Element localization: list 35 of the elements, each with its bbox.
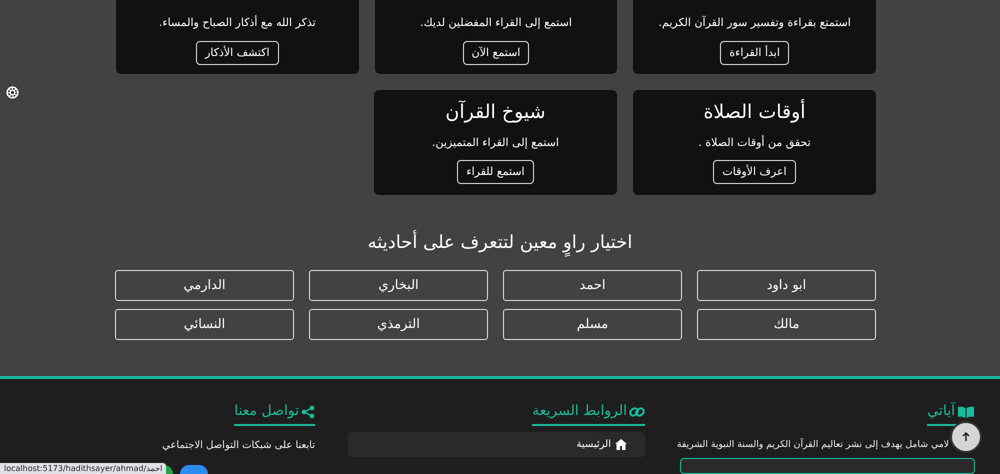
card-description: تحقق من أوقات الصلاة . [698, 134, 811, 151]
link-preview-tooltip: localhost:5173/hadithsayer/ahmad/احمد [0, 463, 166, 474]
input-field[interactable] [680, 458, 975, 474]
narrator-button[interactable]: ابو داود [697, 270, 876, 301]
card-button[interactable]: اكتشف الأذكار [196, 40, 279, 65]
section-heading: اختيار راوٍ معين لتتعرف على أحاديثه [0, 229, 1000, 256]
footer-text: لامي شامل يهدف إلى نشر تعاليم القرآن الكريم والسنة النبوية الشريفة [676, 438, 949, 452]
narrator-button[interactable]: مالك [697, 309, 876, 340]
narrator-button[interactable]: البخاري [309, 270, 488, 301]
footer-text: تابعنا على شبكات التواصل الاجتماعي [162, 439, 315, 453]
share-icon [301, 404, 315, 418]
card-description: استمع إلى القراء المتميزين. [432, 134, 559, 151]
footer-heading: آياتي [927, 401, 955, 421]
home-icon [615, 439, 627, 450]
card-button[interactable]: استمع للقراء [457, 160, 534, 184]
link-icon [629, 404, 645, 418]
footer-heading: الروابط السريعة [532, 402, 627, 421]
card-description: استمع إلى القراء المفضلين لديك. [420, 15, 572, 32]
footer-link[interactable]: الرئيسية [348, 432, 645, 457]
narrator-button[interactable]: مسلم [503, 309, 682, 340]
narrator-button[interactable]: الدارمي [115, 270, 294, 301]
footer-heading: تواصل معنا [234, 402, 299, 421]
card-description: استمتع بقراءة وتفسير سور القرآن الكريم. [658, 15, 851, 32]
card-button[interactable]: استمع الآن [462, 40, 530, 65]
card-title: شيوخ القرآن [445, 99, 546, 125]
card-title: أوقات الصلاة [703, 98, 806, 125]
card-button[interactable]: ابدأ القراءة [720, 40, 789, 65]
book-icon [957, 404, 975, 418]
narrator-button[interactable]: احمد [503, 270, 682, 301]
card-description: تذكر الله مع أذكار الصباح والمساء. [158, 15, 316, 32]
narrator-button[interactable]: النسائي [115, 309, 294, 340]
card-button[interactable]: اعرف الأوقات [713, 160, 796, 184]
arrow-up-icon [960, 431, 972, 443]
narrator-button[interactable]: الترمذي [309, 309, 488, 340]
settings-icon[interactable] [5, 85, 20, 100]
